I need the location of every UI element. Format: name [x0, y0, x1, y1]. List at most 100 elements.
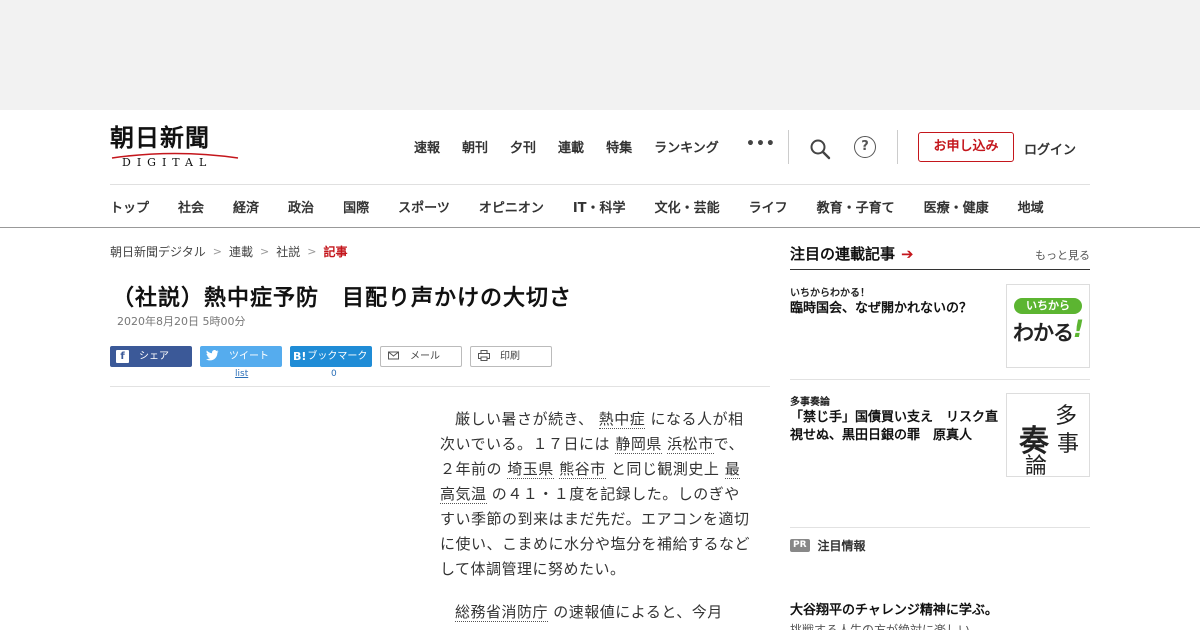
pr-article-title[interactable]: 大谷翔平のチャレンジ精神に学ぶ。: [790, 599, 998, 618]
breadcrumb: 朝日新聞デジタル > 連載 > 社説 > 記事: [110, 243, 347, 260]
divider: [110, 184, 1090, 185]
pr-article-subtitle[interactable]: 挑戦する人生の方が絶対に楽しい: [790, 621, 970, 630]
body-text-segment: 厳しい暑さが続き、: [455, 410, 594, 428]
divider: [0, 227, 1200, 228]
category-nav: トップ 社会 経済 政治 国際 スポーツ オピニオン IT・科学 文化・芸能 ラ…: [110, 197, 1044, 216]
pr-section-header: PR 注目情報: [790, 537, 866, 554]
print-label: 印刷: [500, 351, 520, 362]
category-culture[interactable]: 文化・芸能: [655, 197, 720, 216]
breadcrumb-current: 記事: [323, 245, 348, 259]
keyword-link-saitama[interactable]: 埼玉県: [507, 460, 554, 479]
category-health[interactable]: 医療・健康: [924, 197, 989, 216]
topnav-ranking[interactable]: ランキング: [654, 137, 719, 156]
category-life[interactable]: ライフ: [749, 197, 788, 216]
breadcrumb-home[interactable]: 朝日新聞デジタル: [110, 243, 206, 260]
calligraphy-char: 論: [1025, 454, 1048, 479]
twitter-share-button[interactable]: ツイート: [200, 346, 282, 367]
breadcrumb-separator: >: [212, 245, 222, 258]
exclamation-mark: !: [1073, 315, 1084, 343]
keyword-link-fdma[interactable]: 総務省消防庁: [455, 603, 549, 622]
breadcrumb-separator: >: [307, 245, 317, 258]
divider: [790, 269, 1090, 270]
body-text-segment: の４１・１度を記録した。しのぎやすい季節の到来はまだ先だ。エアコンを適切に使い、…: [440, 485, 751, 578]
help-icon[interactable]: ?: [854, 136, 876, 158]
keyword-link-heatstroke[interactable]: 熱中症: [598, 410, 646, 429]
category-politics[interactable]: 政治: [288, 197, 314, 216]
logo-digital-text: DIGITAL: [122, 156, 213, 169]
share-buttons: f シェア ツイート B! ブックマーク メール 印刷 list 0: [110, 346, 570, 386]
divider: [897, 130, 898, 164]
mail-icon: [387, 350, 400, 363]
login-button[interactable]: ログイン: [1024, 139, 1076, 158]
category-society[interactable]: 社会: [178, 197, 204, 216]
topnav-series[interactable]: 連載: [558, 137, 584, 156]
wakaru-text: わかる: [1013, 321, 1074, 345]
tajisoron-thumbnail: 多 奏 事 論: [1006, 393, 1090, 479]
calligraphy-char: 事: [1057, 432, 1080, 457]
top-nav: 速報 朝刊 夕刊 連載 特集 ランキング: [414, 137, 741, 156]
series-article-title: 「禁じ手」国債買い支え リスク直視せぬ、黒田日銀の罪 原真人: [790, 410, 999, 443]
body-text-segment: と同じ観測史上: [610, 460, 720, 478]
divider: [790, 527, 1090, 528]
mail-share-button[interactable]: メール: [380, 346, 462, 367]
featured-series-card[interactable]: 多事奏論 「禁じ手」国債買い支え リスク直視せぬ、黒田日銀の罪 原真人 多 奏 …: [790, 393, 1090, 479]
topnav-morning[interactable]: 朝刊: [462, 137, 488, 156]
article-paragraph: 総務省消防庁 の速報値によると、今月: [440, 600, 752, 625]
mail-share-label: メール: [410, 351, 440, 362]
series-tag: いちからわかる！: [790, 288, 870, 299]
subscribe-button[interactable]: お申し込み: [918, 132, 1014, 162]
article-date: 2020年8月20日 5時00分: [117, 315, 246, 328]
ad-banner-area: [0, 0, 1200, 110]
twitter-share-label: ツイート: [229, 351, 269, 362]
keyword-link-kumagaya[interactable]: 熊谷市: [559, 460, 606, 479]
article-body: 厳しい暑さが続き、 熱中症 になる人が相次いでいる。１７日には 静岡県 浜松市で…: [440, 407, 752, 630]
asahi-digital-logo[interactable]: 朝日新聞 DIGITAL: [110, 124, 245, 172]
print-button[interactable]: 印刷: [470, 346, 552, 367]
twitter-bird-icon: [206, 350, 219, 363]
facebook-share-label: シェア: [139, 351, 169, 362]
arrow-right-icon: ➔: [901, 244, 914, 263]
sidebar: 注目の連載記事 ➔ もっと見る いちからわかる！ 臨時国会、なぜ開かれないの？ …: [790, 243, 1090, 630]
topnav-features[interactable]: 特集: [606, 137, 632, 156]
divider: [790, 379, 1090, 380]
category-opinion[interactable]: オピニオン: [479, 197, 544, 216]
divider: [110, 386, 770, 387]
pr-label: 注目情報: [817, 539, 866, 553]
ichikara-wakaru-thumbnail: いちから わかる !: [1006, 284, 1090, 368]
topnav-evening[interactable]: 夕刊: [510, 137, 536, 156]
keyword-link-shizuoka[interactable]: 静岡県: [615, 435, 662, 454]
category-local[interactable]: 地域: [1018, 197, 1044, 216]
ichikara-banner: いちから: [1014, 298, 1082, 314]
keyword-link-hamamatsu[interactable]: 浜松市: [667, 435, 714, 454]
category-it-science[interactable]: IT・科学: [573, 197, 626, 216]
more-menu-icon[interactable]: •••: [746, 136, 776, 152]
search-icon[interactable]: [808, 137, 832, 161]
logo-kanji: 朝日新聞: [110, 123, 210, 152]
category-economy[interactable]: 経済: [233, 197, 259, 216]
body-text-segment: の速報値によると、今月: [553, 603, 723, 621]
twitter-count-link[interactable]: list: [235, 369, 248, 379]
facebook-icon: f: [116, 350, 129, 363]
featured-series-card[interactable]: いちからわかる！ 臨時国会、なぜ開かれないの？ いちから わかる !: [790, 284, 1090, 368]
breadcrumb-editorial[interactable]: 社説: [276, 243, 300, 260]
breadcrumb-series[interactable]: 連載: [229, 243, 253, 260]
category-international[interactable]: 国際: [343, 197, 369, 216]
printer-icon: [477, 350, 490, 363]
category-top[interactable]: トップ: [110, 197, 149, 216]
breadcrumb-separator: >: [260, 245, 270, 258]
category-education[interactable]: 教育・子育て: [817, 197, 895, 216]
category-sports[interactable]: スポーツ: [398, 197, 450, 216]
facebook-share-button[interactable]: f シェア: [110, 346, 192, 367]
site-header: 朝日新聞 DIGITAL 速報 朝刊 夕刊 連載 特集 ランキング ••• ? …: [0, 110, 1200, 228]
topnav-breaking[interactable]: 速報: [414, 137, 440, 156]
see-more-link[interactable]: もっと見る: [1035, 247, 1090, 263]
sidebar-heading-label: 注目の連載記事: [790, 245, 896, 263]
article-title: （社説）熱中症予防 目配り声かけの大切さ: [112, 286, 573, 311]
hatena-bookmark-label: ブックマーク: [307, 351, 368, 362]
hatena-bookmark-count: 0: [331, 369, 337, 379]
article-paragraph: 厳しい暑さが続き、 熱中症 になる人が相次いでいる。１７日には 静岡県 浜松市で…: [440, 407, 752, 582]
hatena-bookmark-button[interactable]: B! ブックマーク: [290, 346, 372, 367]
divider: [788, 130, 789, 164]
series-tag: 多事奏論: [790, 397, 830, 408]
pr-badge: PR: [790, 539, 810, 552]
